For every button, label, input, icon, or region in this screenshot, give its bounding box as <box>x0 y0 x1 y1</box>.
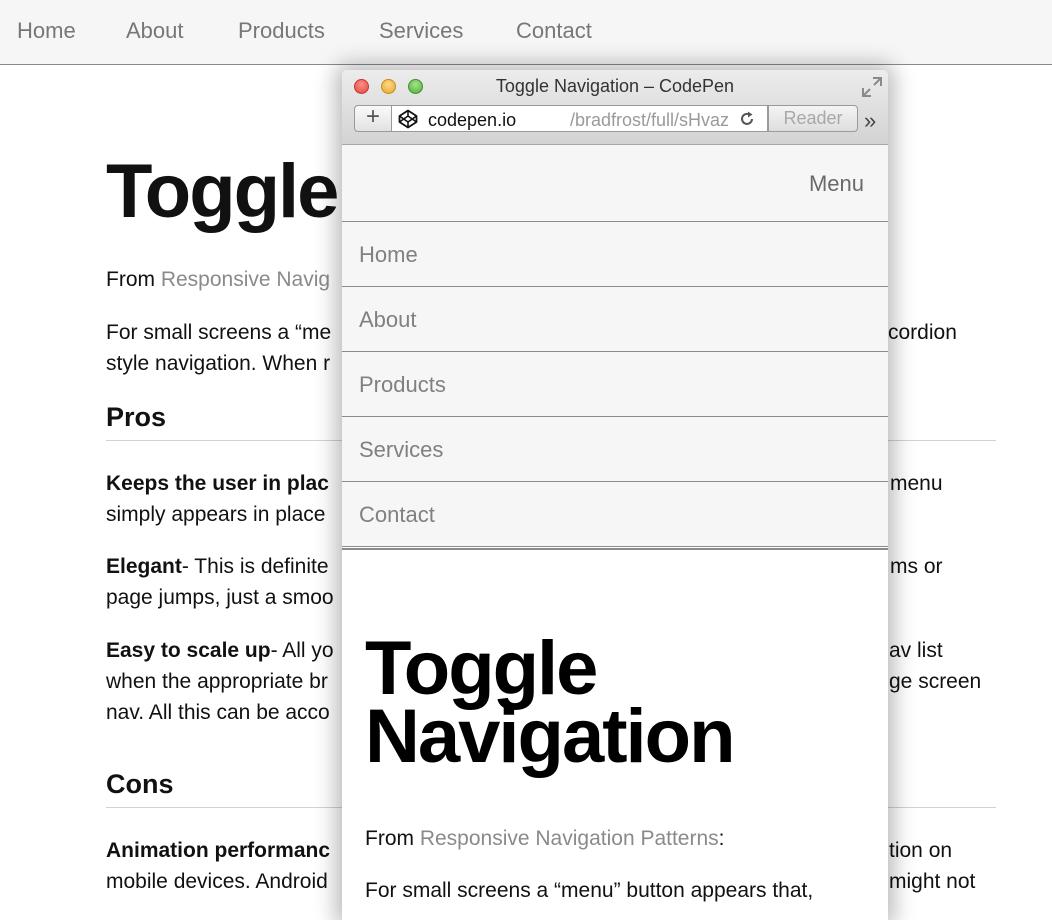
bg-con-1-line1: Animation performanc <box>106 840 330 861</box>
inner-from-link[interactable]: Responsive Navigation Patterns <box>420 827 719 850</box>
bg-pro-1-line1: Keeps the user in plac <box>106 473 329 494</box>
bg-nav-services[interactable]: Services <box>379 18 463 44</box>
nav-item-products-label: Products <box>359 372 446 397</box>
inner-title-line2: Navigation <box>365 694 735 779</box>
url-path: /bradfrost/full/sHvaz <box>570 110 730 130</box>
bg-from-line: From Responsive Navig <box>106 269 330 290</box>
nav-item-about[interactable]: About <box>342 287 888 352</box>
codepen-icon <box>398 109 418 129</box>
bg-nav-about[interactable]: About <box>126 18 184 44</box>
nav-item-products[interactable]: Products <box>342 352 888 417</box>
inner-from-prefix: From <box>365 827 420 850</box>
nav-item-contact-label: Contact <box>359 502 435 527</box>
inner-intro-paragraph: For small screens a “menu” button appear… <box>365 879 814 902</box>
bg-from-link[interactable]: Responsive Navig <box>161 268 330 291</box>
browser-window: Toggle Navigation – CodePen + codepen.io… <box>342 70 888 920</box>
bg-intro-line2: style navigation. When r <box>106 352 331 375</box>
web-content: Menu Home About Products Services Contac… <box>342 145 888 920</box>
bg-con-1-right: tion on <box>889 839 953 862</box>
bg-intro-line1: For small screens a “me <box>106 321 332 344</box>
nav-bottom-rule <box>342 548 888 550</box>
background-nav-bar: Home About Products Services Contact <box>0 0 1052 65</box>
bg-con-1-bold: Animation performanc <box>106 839 331 862</box>
url-domain: codepen.io <box>428 110 517 130</box>
bg-nav-contact[interactable]: Contact <box>516 18 592 44</box>
bg-pro-2-right: ms or <box>890 555 943 578</box>
bg-pro-3-line3: nav. All this can be acco <box>106 701 330 724</box>
bg-nav-home[interactable]: Home <box>17 18 76 44</box>
bg-pro-2-bold: Elegant <box>106 555 182 578</box>
bg-con-1-line2: mobile devices. Android <box>106 870 328 893</box>
nav-item-home-label: Home <box>359 242 418 267</box>
bg-con-1-line2-right: might not <box>889 870 976 893</box>
bg-nav-products[interactable]: Products <box>238 18 325 44</box>
bg-pro-3-line2: when the appropriate br <box>106 670 328 693</box>
bg-pro-2-rest: - This is definite <box>181 555 329 578</box>
reload-icon[interactable] <box>738 110 756 128</box>
nav-item-services[interactable]: Services <box>342 417 888 482</box>
window-title: Toggle Navigation – CodePen <box>495 76 735 96</box>
menu-toggle-button[interactable]: Menu <box>809 171 864 197</box>
bg-pro-3-bold: Easy to scale up <box>106 639 271 662</box>
window-titlebar[interactable]: Toggle Navigation – CodePen + codepen.io… <box>342 70 888 145</box>
bg-pro-3-rest: - All yo <box>270 639 334 662</box>
bg-pro-2-line1: Elegant- This is definite <box>106 556 329 577</box>
inner-from-line: From Responsive Navigation Patterns: <box>365 827 725 851</box>
bg-pro-1-bold: Keeps the user in plac <box>106 472 329 495</box>
mobile-menu-bar: Menu <box>342 145 888 222</box>
address-bar[interactable]: codepen.io /bradfrost/full/sHvaz <box>392 105 768 132</box>
bg-pro-2-line2: page jumps, just a smoo <box>106 586 334 609</box>
bg-pros-heading: Pros <box>106 402 167 432</box>
reader-button[interactable]: Reader <box>768 105 858 132</box>
bg-cons-heading: Cons <box>106 769 174 799</box>
bg-pro-3-line1: Easy to scale up- All yo <box>106 640 334 661</box>
nav-item-services-label: Services <box>359 437 444 462</box>
chevron-double-right-icon[interactable]: » <box>864 110 876 132</box>
inner-from-suffix: : <box>718 827 725 850</box>
bg-pro-1-right: menu <box>890 472 943 495</box>
nav-item-contact[interactable]: Contact <box>342 482 888 547</box>
bg-pro-3-right: av list <box>889 639 943 662</box>
nav-item-about-label: About <box>359 307 417 332</box>
bg-page-title: Toggle <box>106 149 339 234</box>
inner-page-title: Toggle Navigation <box>365 626 735 779</box>
add-tab-button[interactable]: + <box>354 105 392 132</box>
inner-title-line1: Toggle <box>365 626 598 711</box>
nav-item-home[interactable]: Home <box>342 222 888 287</box>
bg-pro-1-line2: simply appears in place <box>106 503 326 526</box>
fullscreen-icon[interactable] <box>861 76 883 98</box>
bg-pro-3-line2-right: ge screen <box>889 670 982 693</box>
bg-intro-line1-right: cordion <box>888 321 957 344</box>
bg-from-prefix: From <box>106 268 161 291</box>
